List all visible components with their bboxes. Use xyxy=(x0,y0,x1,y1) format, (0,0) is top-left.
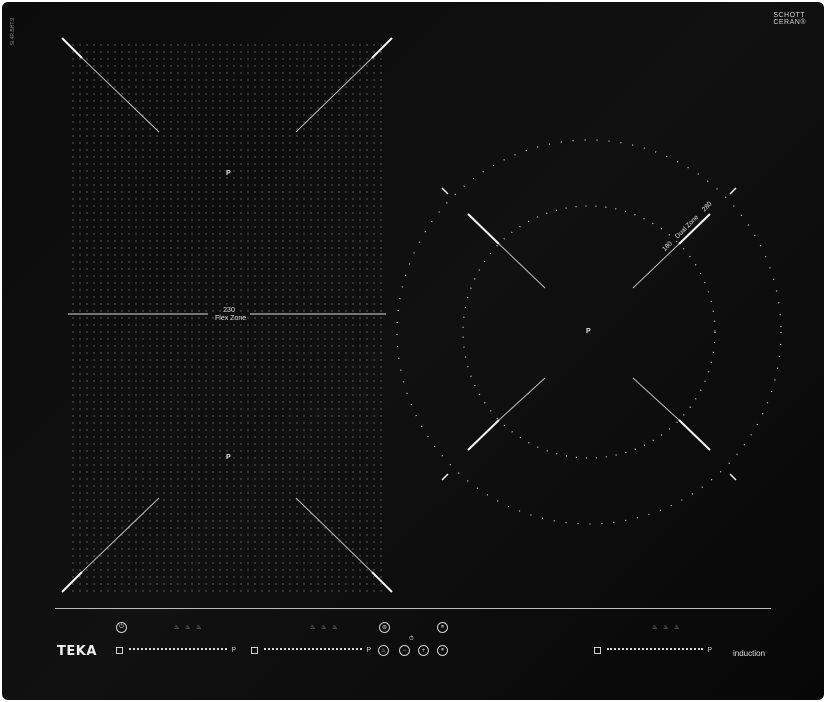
induction-label: induction xyxy=(733,649,766,658)
zone-2-function-icons[interactable]: ♨ ♨ ♨ xyxy=(310,624,339,631)
zone-3-function-icons[interactable]: ♨ ♨ ♨ xyxy=(652,624,681,631)
cooktop-surface: 180 Dual Zone 280 SI.4R.BHT.9 SCHOTT CER… xyxy=(2,2,824,700)
slider-max-label: P xyxy=(366,646,371,654)
flex-top-power-mark: P xyxy=(226,170,231,177)
zone-3-power-slider[interactable]: P xyxy=(594,646,712,654)
zone-2-power-slider[interactable]: P xyxy=(251,646,371,654)
lock-button[interactable]: ⊚ xyxy=(379,622,390,633)
pause-button[interactable]: ⏸ xyxy=(437,622,448,633)
serial-number: SI.4R.BHT.9 xyxy=(10,18,16,46)
zone-1-function-icons[interactable]: ♨ ♨ ♨ xyxy=(174,624,203,631)
slider-box-icon xyxy=(116,646,123,654)
slider-box-icon xyxy=(251,646,258,654)
control-panel-divider xyxy=(55,608,771,609)
schott-ceran-logo: SCHOTT CERAN® xyxy=(773,12,806,26)
slider-track[interactable] xyxy=(607,648,704,652)
dual-zone-power-mark: P xyxy=(586,328,591,335)
slider-box-icon xyxy=(594,646,601,654)
slider-track[interactable] xyxy=(129,648,228,652)
flex-bottom-power-mark: P xyxy=(226,454,231,461)
timer-icon: ⏱ xyxy=(409,636,414,642)
keep-warm-button[interactable]: ♨ xyxy=(378,645,389,656)
power-button[interactable]: ⏻ xyxy=(116,622,127,633)
slider-track[interactable] xyxy=(264,648,363,652)
flex-zone-name: Flex Zone xyxy=(215,315,247,322)
zone-1-power-slider[interactable]: P xyxy=(116,646,236,654)
ceran-text: CERAN® xyxy=(773,19,806,26)
timer-plus-button[interactable]: + xyxy=(418,645,429,656)
flex-zone-label: 230 Flex Zone xyxy=(215,307,247,323)
flex-zone-size: 230 xyxy=(223,307,235,314)
slider-max-label: P xyxy=(707,646,712,654)
teka-logo: TEKA xyxy=(57,644,97,659)
dual-zone-outer-size: 280 xyxy=(701,200,714,213)
slider-max-label: P xyxy=(231,646,236,654)
cooktop-markings: 180 Dual Zone 280 xyxy=(61,37,782,594)
timer-minus-button[interactable]: − xyxy=(399,645,410,656)
schott-text: SCHOTT xyxy=(773,12,806,19)
pause-secondary-button[interactable]: ⏸ xyxy=(437,645,448,656)
